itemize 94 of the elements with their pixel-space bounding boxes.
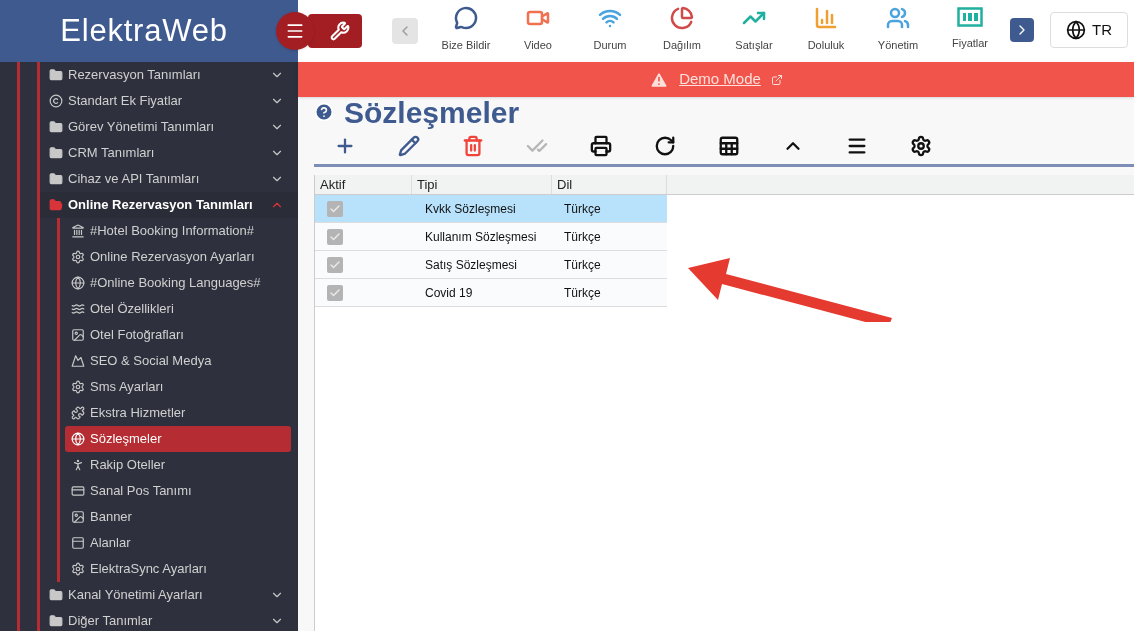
spreadsheet-icon bbox=[718, 134, 740, 157]
type-cell-text: Kullanım Sözleşmesi bbox=[424, 228, 538, 246]
sidebar-group[interactable]: Cihaz ve API Tanımları bbox=[40, 166, 298, 192]
mountain-icon bbox=[71, 354, 85, 368]
settings-icon bbox=[910, 134, 932, 157]
sidebar-group[interactable]: CRM Tanımları bbox=[40, 140, 298, 166]
tools-button[interactable] bbox=[308, 14, 362, 48]
nav-item[interactable]: Video bbox=[502, 0, 574, 62]
menu-icon bbox=[285, 21, 305, 41]
active-checkbox[interactable] bbox=[327, 256, 343, 273]
help-icon bbox=[314, 102, 334, 122]
folder-icon bbox=[49, 198, 63, 212]
sidebar-group[interactable]: Standart Ek Fiyatlar bbox=[40, 88, 298, 114]
sidebar-item[interactable]: Otel Fotoğrafları bbox=[65, 322, 291, 348]
column-header[interactable]: Tipi bbox=[412, 175, 552, 194]
sidebar-item[interactable]: Sanal Pos Tanımı bbox=[65, 478, 291, 504]
globe-icon bbox=[1066, 20, 1086, 40]
printer-icon bbox=[590, 134, 612, 157]
bank-icon bbox=[71, 224, 85, 238]
sidebar-item[interactable]: ElektraSync Ayarları bbox=[65, 556, 291, 582]
nav-item[interactable]: Durum bbox=[574, 0, 646, 62]
sidebar-item[interactable]: Ekstra Hizmetler bbox=[65, 400, 291, 426]
table-row[interactable]: Kullanım Sözleşmesi Türkçe bbox=[315, 223, 667, 251]
table-row[interactable]: Kvkk Sözleşmesi Türkçe bbox=[315, 195, 667, 223]
image-icon bbox=[71, 510, 85, 524]
card-icon bbox=[71, 484, 85, 498]
nav-item[interactable]: Dağılım bbox=[646, 0, 718, 62]
wrench-icon bbox=[330, 21, 350, 41]
gear-icon bbox=[71, 562, 85, 576]
type-cell-text: Satış Sözleşmesi bbox=[424, 256, 519, 274]
pencil-icon bbox=[398, 134, 420, 157]
type-cell-text: Kvkk Sözleşmesi bbox=[424, 200, 517, 218]
language-cell-text: Türkçe bbox=[563, 228, 602, 246]
sidebar-group[interactable]: Online Rezervasyon Tanımları bbox=[40, 192, 298, 218]
sidebar-item[interactable]: Rakip Oteller bbox=[65, 452, 291, 478]
scroll-right-button[interactable] bbox=[1010, 18, 1034, 42]
table-row[interactable]: Satış Sözleşmesi Türkçe bbox=[315, 251, 667, 279]
sidebar-item[interactable]: #Online Booking Languages# bbox=[65, 270, 291, 296]
folder-icon bbox=[49, 588, 63, 602]
bar-chart-icon bbox=[814, 6, 838, 30]
sidebar-item[interactable]: Online Rezervasyon Ayarları bbox=[65, 244, 291, 270]
refresh-icon bbox=[654, 134, 676, 157]
sidebar-item[interactable]: #Hotel Booking Information# bbox=[65, 218, 291, 244]
speech-bubble-icon bbox=[454, 6, 478, 30]
language-button[interactable]: TR bbox=[1050, 12, 1128, 48]
table-row[interactable]: Covid 19 Türkçe bbox=[315, 279, 667, 307]
sidebar-item[interactable]: Sms Ayarları bbox=[65, 374, 291, 400]
gear-icon bbox=[71, 250, 85, 264]
puzzle-icon bbox=[71, 406, 85, 420]
external-link-icon bbox=[770, 73, 783, 86]
folder-icon bbox=[49, 146, 63, 160]
nav-item[interactable]: Satışlar bbox=[718, 0, 790, 62]
pie-chart-icon bbox=[670, 6, 694, 30]
nav-item[interactable]: Fiyatlar bbox=[934, 0, 1006, 62]
gear-icon bbox=[71, 380, 85, 394]
image-icon bbox=[71, 328, 85, 342]
sidebar-group[interactable]: Rezervasyon Tanımları bbox=[40, 62, 298, 88]
sidebar-item[interactable]: SEO & Social Medya bbox=[65, 348, 291, 374]
sidebar-item[interactable]: Otel Özellikleri bbox=[65, 296, 291, 322]
sidebar-group[interactable]: Diğer Tanımlar bbox=[40, 608, 298, 631]
column-header[interactable]: Dil bbox=[552, 175, 667, 194]
sidebar-group[interactable]: Kanal Yönetimi Ayarları bbox=[40, 582, 298, 608]
panel-icon bbox=[71, 536, 85, 550]
check-icon bbox=[329, 230, 341, 243]
language-cell-text: Türkçe bbox=[563, 256, 602, 274]
sidebar-group[interactable]: Görev Yönetimi Tanımları bbox=[40, 114, 298, 140]
active-checkbox[interactable] bbox=[327, 200, 343, 217]
active-checkbox[interactable] bbox=[327, 284, 343, 301]
active-checkbox[interactable] bbox=[327, 228, 343, 245]
person-icon bbox=[71, 458, 85, 472]
column-header[interactable]: Aktif bbox=[315, 175, 412, 194]
globe-icon bbox=[71, 432, 85, 446]
trash-icon bbox=[462, 134, 484, 157]
sidebar-item[interactable]: Sözleşmeler bbox=[65, 426, 291, 452]
nav-item[interactable]: Yönetim bbox=[862, 0, 934, 62]
users-icon bbox=[886, 6, 910, 30]
page-title: Sözleşmeler bbox=[344, 94, 520, 131]
sidebar-item[interactable]: Alanlar bbox=[65, 530, 291, 556]
language-cell-text: Türkçe bbox=[563, 284, 602, 302]
nav-item[interactable]: Doluluk bbox=[790, 0, 862, 62]
language-cell-text: Türkçe bbox=[563, 200, 602, 218]
nav-item[interactable]: Bize Bildir bbox=[430, 0, 502, 62]
folder-icon bbox=[49, 68, 63, 82]
logo: ElektraWeb bbox=[60, 11, 228, 50]
sidebar-item[interactable]: Banner bbox=[65, 504, 291, 530]
folder-icon bbox=[49, 614, 63, 628]
globe-icon bbox=[71, 276, 85, 290]
check-icon bbox=[329, 258, 341, 271]
type-cell-text: Covid 19 bbox=[424, 284, 474, 302]
copyright-icon bbox=[49, 94, 63, 108]
check-icon bbox=[329, 202, 341, 215]
folder-icon bbox=[49, 120, 63, 134]
check-icon bbox=[329, 286, 341, 299]
folder-icon bbox=[49, 172, 63, 186]
